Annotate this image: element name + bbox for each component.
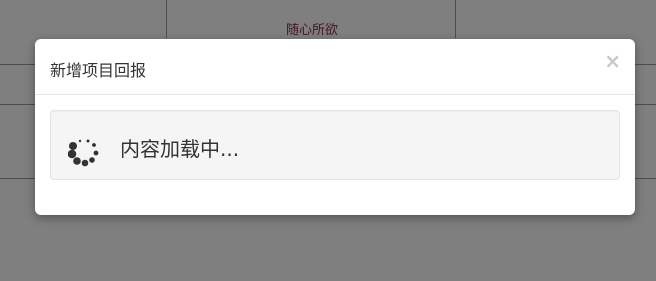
loading-panel: 内容加载中... [50, 110, 620, 180]
loading-text: 内容加载中... [120, 137, 240, 161]
modal-header: 新增项目回报 × [35, 39, 635, 95]
page: 随心所欲 新增项目回报 × 内容加载 [0, 0, 656, 281]
loading-spinner-icon [67, 133, 108, 173]
modal-title: 新增项目回报 [50, 61, 147, 80]
close-icon[interactable]: × [604, 51, 621, 71]
modal-dialog: 新增项目回报 × 内容加载中... [35, 39, 635, 215]
